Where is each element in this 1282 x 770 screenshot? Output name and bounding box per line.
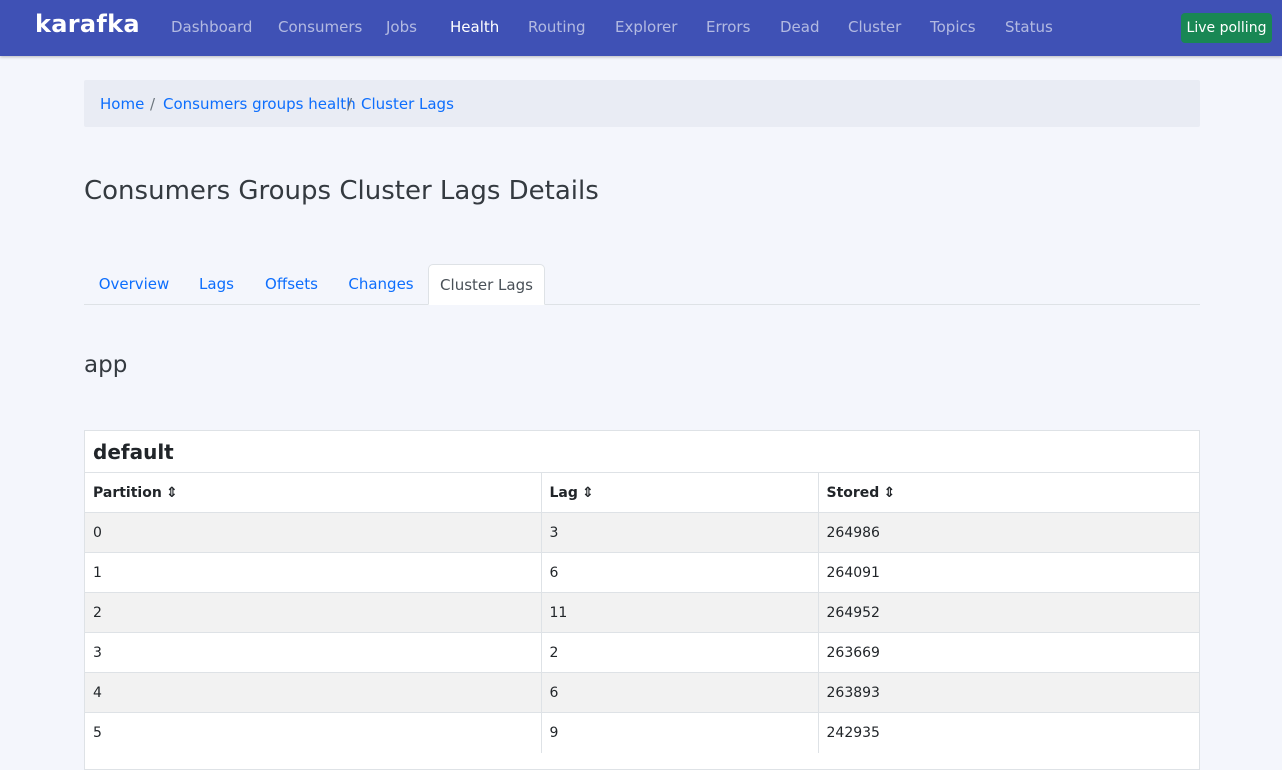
cell-lag: 11 <box>540 592 818 633</box>
topic-title: default <box>93 440 174 464</box>
sort-icon: ⇕ <box>581 484 594 501</box>
cell-stored: 263893 <box>817 672 1199 713</box>
nav-item-dashboard[interactable]: Dashboard <box>171 18 252 36</box>
nav-item-explorer[interactable]: Explorer <box>615 18 677 36</box>
breadcrumb-home[interactable]: Home <box>100 95 144 113</box>
tab-lags[interactable]: Lags <box>184 264 249 305</box>
sort-icon: ⇕ <box>883 484 896 501</box>
cell-partition: 2 <box>85 592 541 633</box>
sort-icon: ⇕ <box>165 484 178 501</box>
cell-lag: 6 <box>540 552 818 593</box>
cell-stored: 264952 <box>817 592 1199 633</box>
cell-lag: 6 <box>540 672 818 713</box>
topic-card: default Partition ⇕ Lag ⇕ Stored ⇕ 0 3 2649… <box>84 430 1200 770</box>
cell-stored: 264091 <box>817 552 1199 593</box>
breadcrumb-cluster-lags[interactable]: Cluster Lags <box>361 95 454 113</box>
table-row: 5 9 242935 <box>85 712 1199 753</box>
column-header-lag[interactable]: Lag ⇕ <box>540 472 818 513</box>
column-header-stored[interactable]: Stored ⇕ <box>817 472 1199 513</box>
tab-changes[interactable]: Changes <box>334 264 428 305</box>
cell-lag: 9 <box>540 712 818 753</box>
nav-item-consumers[interactable]: Consumers <box>278 18 362 36</box>
breadcrumb-consumers-groups-health[interactable]: Consumers groups health <box>163 95 356 113</box>
cell-partition: 0 <box>85 512 541 553</box>
table-row: 2 11 264952 <box>85 592 1199 633</box>
consumer-group-title: app <box>84 352 128 378</box>
nav-item-status[interactable]: Status <box>1005 18 1053 36</box>
table-row: 1 6 264091 <box>85 552 1199 593</box>
page-title: Consumers Groups Cluster Lags Details <box>84 176 599 206</box>
nav-item-errors[interactable]: Errors <box>706 18 750 36</box>
table-header-row: Partition ⇕ Lag ⇕ Stored ⇕ <box>85 472 1199 513</box>
column-header-partition[interactable]: Partition ⇕ <box>85 472 541 513</box>
nav-item-cluster[interactable]: Cluster <box>848 18 901 36</box>
table-row: 4 6 263893 <box>85 672 1199 713</box>
top-navbar: karafka Dashboard Consumers Jobs Health … <box>0 0 1282 56</box>
nav-item-routing[interactable]: Routing <box>528 18 586 36</box>
cell-lag: 2 <box>540 632 818 673</box>
table-row: 0 3 264986 <box>85 512 1199 553</box>
cell-stored: 263669 <box>817 632 1199 673</box>
tab-offsets[interactable]: Offsets <box>249 264 334 305</box>
cell-stored: 264986 <box>817 512 1199 553</box>
cell-stored: 242935 <box>817 712 1199 753</box>
tab-overview[interactable]: Overview <box>84 264 184 305</box>
cell-partition: 5 <box>85 712 541 753</box>
tab-cluster-lags[interactable]: Cluster Lags <box>428 264 545 305</box>
live-polling-button[interactable]: Live polling <box>1181 13 1272 43</box>
breadcrumb-separator: / <box>347 95 353 113</box>
nav-item-dead[interactable]: Dead <box>780 18 820 36</box>
cell-lag: 3 <box>540 512 818 553</box>
tab-bar: Overview Lags Offsets Changes Cluster La… <box>84 264 1200 305</box>
cluster-lags-table: Partition ⇕ Lag ⇕ Stored ⇕ 0 3 264986 1 6 2… <box>85 472 1199 753</box>
breadcrumb: Home / Consumers groups health / Cluster… <box>84 80 1200 127</box>
nav-item-topics[interactable]: Topics <box>930 18 976 36</box>
cell-partition: 1 <box>85 552 541 593</box>
brand-logo[interactable]: karafka <box>35 10 140 38</box>
table-row: 3 2 263669 <box>85 632 1199 673</box>
cell-partition: 3 <box>85 632 541 673</box>
nav-item-jobs[interactable]: Jobs <box>386 18 417 36</box>
cell-partition: 4 <box>85 672 541 713</box>
nav-item-health[interactable]: Health <box>450 18 499 36</box>
breadcrumb-separator: / <box>150 95 156 113</box>
